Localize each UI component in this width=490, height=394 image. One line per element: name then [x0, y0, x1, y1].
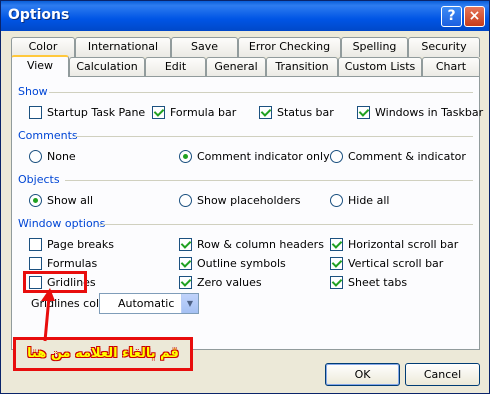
checkbox-label: Sheet tabs	[348, 276, 408, 289]
radio-button[interactable]	[179, 194, 192, 207]
help-button[interactable]: ?	[441, 6, 462, 27]
checkbox-box[interactable]	[29, 257, 42, 270]
cancel-button[interactable]: Cancel	[405, 363, 480, 386]
checkbox-box[interactable]	[330, 238, 343, 251]
comments-none-radio[interactable]: None	[29, 150, 76, 163]
tab-transition[interactable]: Transition	[266, 57, 338, 77]
window-title: Options	[8, 7, 70, 23]
radio-label: Show all	[47, 194, 94, 207]
checkbox-label: Formula bar	[170, 106, 237, 119]
gridlines-color-select[interactable]: Automatic ▼	[99, 293, 199, 314]
tab-edit[interactable]: Edit	[145, 57, 206, 77]
outline-symbols-checkbox[interactable]: Outline symbols	[179, 257, 286, 270]
options-dialog: Options ? × Color International Save Err…	[0, 0, 490, 394]
radio-label: Comment & indicator	[348, 150, 466, 163]
tab-custom-lists[interactable]: Custom Lists	[338, 57, 422, 77]
tab-save[interactable]: Save	[171, 37, 238, 57]
checkbox-box[interactable]	[179, 257, 192, 270]
formula-bar-checkbox[interactable]: Formula bar	[152, 106, 236, 119]
close-icon: ×	[468, 8, 481, 24]
checkbox-box[interactable]	[29, 106, 42, 119]
tab-international[interactable]: International	[75, 37, 171, 57]
checkbox-box[interactable]	[29, 238, 42, 251]
radio-button[interactable]	[29, 194, 42, 207]
gridlines-highlight-box	[23, 271, 87, 293]
chevron-down-icon[interactable]: ▼	[181, 294, 198, 313]
status-bar-checkbox[interactable]: Status bar	[259, 106, 334, 119]
show-placeholders-radio[interactable]: Show placeholders	[179, 194, 301, 207]
annotation-text: قم بالغاء العلامه من هنا	[27, 346, 179, 361]
checkbox-box[interactable]	[152, 106, 165, 119]
tab-security[interactable]: Security	[408, 37, 480, 57]
close-button[interactable]: ×	[464, 6, 485, 27]
checkbox-box[interactable]	[259, 106, 272, 119]
checkbox-label: Startup Task Pane	[47, 106, 146, 119]
window-options-group-label: Window options	[18, 217, 106, 230]
tab-calculation[interactable]: Calculation	[69, 57, 145, 77]
comments-separator	[75, 136, 473, 137]
tab-color[interactable]: Color	[11, 37, 75, 57]
windows-in-taskbar-checkbox[interactable]: Windows in Taskbar	[357, 106, 483, 119]
checkbox-box[interactable]	[330, 276, 343, 289]
page-breaks-checkbox[interactable]: Page breaks	[29, 238, 114, 251]
checkbox-label: Outline symbols	[197, 257, 286, 270]
checkbox-label: Formulas	[47, 257, 98, 270]
annotation-callout: قم بالغاء العلامه من هنا	[13, 337, 193, 371]
checkbox-label: Windows in Taskbar	[375, 106, 484, 119]
row-column-headers-checkbox[interactable]: Row & column headers	[179, 238, 324, 251]
ok-button[interactable]: OK	[325, 363, 400, 386]
tab-spelling[interactable]: Spelling	[341, 37, 408, 57]
radio-button[interactable]	[330, 150, 343, 163]
horizontal-scroll-bar-checkbox[interactable]: Horizontal scroll bar	[330, 238, 458, 251]
checkbox-box[interactable]	[357, 106, 370, 119]
radio-label: None	[47, 150, 76, 163]
zero-values-checkbox[interactable]: Zero values	[179, 276, 262, 289]
show-group-label: Show	[18, 85, 48, 98]
show-all-radio[interactable]: Show all	[29, 194, 93, 207]
tab-error-checking[interactable]: Error Checking	[238, 37, 341, 57]
objects-group-label: Objects	[18, 173, 60, 186]
objects-separator	[65, 180, 473, 181]
help-icon: ?	[447, 8, 456, 24]
checkbox-label: Horizontal scroll bar	[348, 238, 459, 251]
show-separator	[49, 92, 473, 93]
checkbox-label: Row & column headers	[197, 238, 324, 251]
radio-button[interactable]	[179, 150, 192, 163]
startup-task-pane-checkbox[interactable]: Startup Task Pane	[29, 106, 145, 119]
checkbox-label: Vertical scroll bar	[348, 257, 444, 270]
radio-label: Hide all	[348, 194, 390, 207]
checkbox-box[interactable]	[179, 238, 192, 251]
radio-button[interactable]	[330, 194, 343, 207]
tab-general[interactable]: General	[206, 57, 266, 77]
tab-chart[interactable]: Chart	[422, 57, 480, 77]
sheet-tabs-checkbox[interactable]: Sheet tabs	[330, 276, 407, 289]
radio-button[interactable]	[29, 150, 42, 163]
checkbox-label: Status bar	[277, 106, 334, 119]
tab-view[interactable]: View	[11, 55, 69, 77]
window-options-separator	[99, 224, 473, 225]
gridlines-color-value: Automatic	[118, 297, 175, 310]
comments-group-label: Comments	[18, 129, 78, 142]
hide-all-radio[interactable]: Hide all	[330, 194, 389, 207]
checkbox-box[interactable]	[330, 257, 343, 270]
checkbox-box[interactable]	[179, 276, 192, 289]
title-bar[interactable]: Options ? ×	[1, 1, 489, 31]
vertical-scroll-bar-checkbox[interactable]: Vertical scroll bar	[330, 257, 443, 270]
comment-indicator-only-radio[interactable]: Comment indicator only	[179, 150, 330, 163]
comment-and-indicator-radio[interactable]: Comment & indicator	[330, 150, 466, 163]
checkbox-label: Page breaks	[47, 238, 114, 251]
radio-label: Show placeholders	[197, 194, 301, 207]
checkbox-label: Zero values	[197, 276, 262, 289]
radio-label: Comment indicator only	[197, 150, 330, 163]
formulas-checkbox[interactable]: Formulas	[29, 257, 97, 270]
